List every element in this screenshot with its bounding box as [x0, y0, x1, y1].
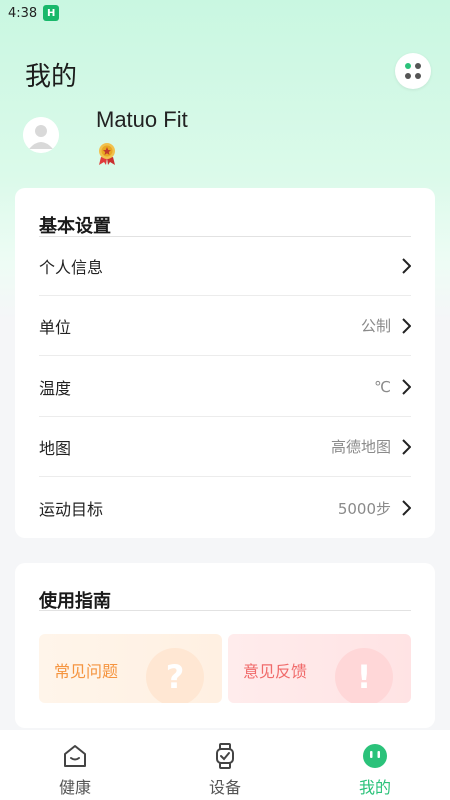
avatar[interactable] [23, 117, 59, 153]
user-name[interactable]: Matuo Fit [96, 107, 188, 133]
chevron-right-icon [402, 317, 411, 334]
row-value: ℃ [374, 377, 391, 396]
row-label: 单位 [39, 317, 72, 337]
settings-card: 基本设置 个人信息 单位 公制 温度 ℃ 地图 高德地图 运动目标 5000步 [15, 188, 435, 538]
watch-icon [216, 743, 234, 769]
status-bar: 4:38 H [0, 0, 450, 26]
chevron-right-icon [402, 438, 411, 455]
bottom-nav: 健康 设备 我的 [0, 730, 450, 800]
settings-row-unit[interactable]: 单位 公制 [39, 296, 411, 356]
feedback-tile[interactable]: 意见反馈 ! [228, 634, 411, 703]
chevron-right-icon [402, 500, 411, 516]
row-label: 地图 [39, 438, 72, 458]
guide-card: 使用指南 常见问题 ? 意见反馈 ! [15, 563, 435, 728]
home-icon [64, 745, 86, 767]
row-label: 个人信息 [39, 257, 104, 277]
row-label: 温度 [39, 378, 72, 398]
nav-label: 健康 [58, 778, 91, 797]
menu-button[interactable] [395, 53, 431, 89]
medal-icon [99, 143, 115, 165]
feedback-label: 意见反馈 [243, 662, 308, 681]
exclamation-icon: ! [335, 648, 393, 703]
row-value: 公制 [360, 317, 391, 335]
page-title: 我的 [25, 62, 78, 92]
question-icon: ? [146, 648, 204, 703]
divider [39, 610, 411, 611]
settings-row-map[interactable]: 地图 高德地图 [39, 417, 411, 477]
settings-row-goal[interactable]: 运动目标 5000步 [39, 478, 411, 538]
nav-label: 设备 [208, 778, 241, 797]
avatar-placeholder-icon [23, 117, 59, 153]
profile-page: 4:38 H 我的 Matuo Fit 基本设置 个人信息 单位 公制 温度 ℃… [0, 0, 450, 800]
chevron-right-icon [402, 378, 411, 395]
faq-label: 常见问题 [54, 662, 119, 681]
dots-menu-icon [405, 63, 421, 79]
row-label: 运动目标 [39, 500, 104, 519]
nav-tab-mine[interactable]: 我的 [300, 730, 450, 800]
status-time: 4:38 [8, 5, 38, 21]
chevron-right-icon [402, 257, 411, 274]
settings-row-personal-info[interactable]: 个人信息 [39, 236, 411, 296]
settings-title: 基本设置 [39, 216, 111, 237]
nav-tab-health[interactable]: 健康 [0, 730, 150, 800]
app-notification-icon: H [43, 5, 60, 21]
settings-row-temperature[interactable]: 温度 ℃ [39, 357, 411, 417]
row-value: 高德地图 [330, 438, 391, 456]
nav-label: 我的 [358, 778, 391, 797]
faq-tile[interactable]: 常见问题 ? [39, 634, 222, 703]
nav-tab-device[interactable]: 设备 [150, 730, 300, 800]
smiley-icon [363, 744, 387, 768]
row-value: 5000步 [337, 499, 391, 518]
